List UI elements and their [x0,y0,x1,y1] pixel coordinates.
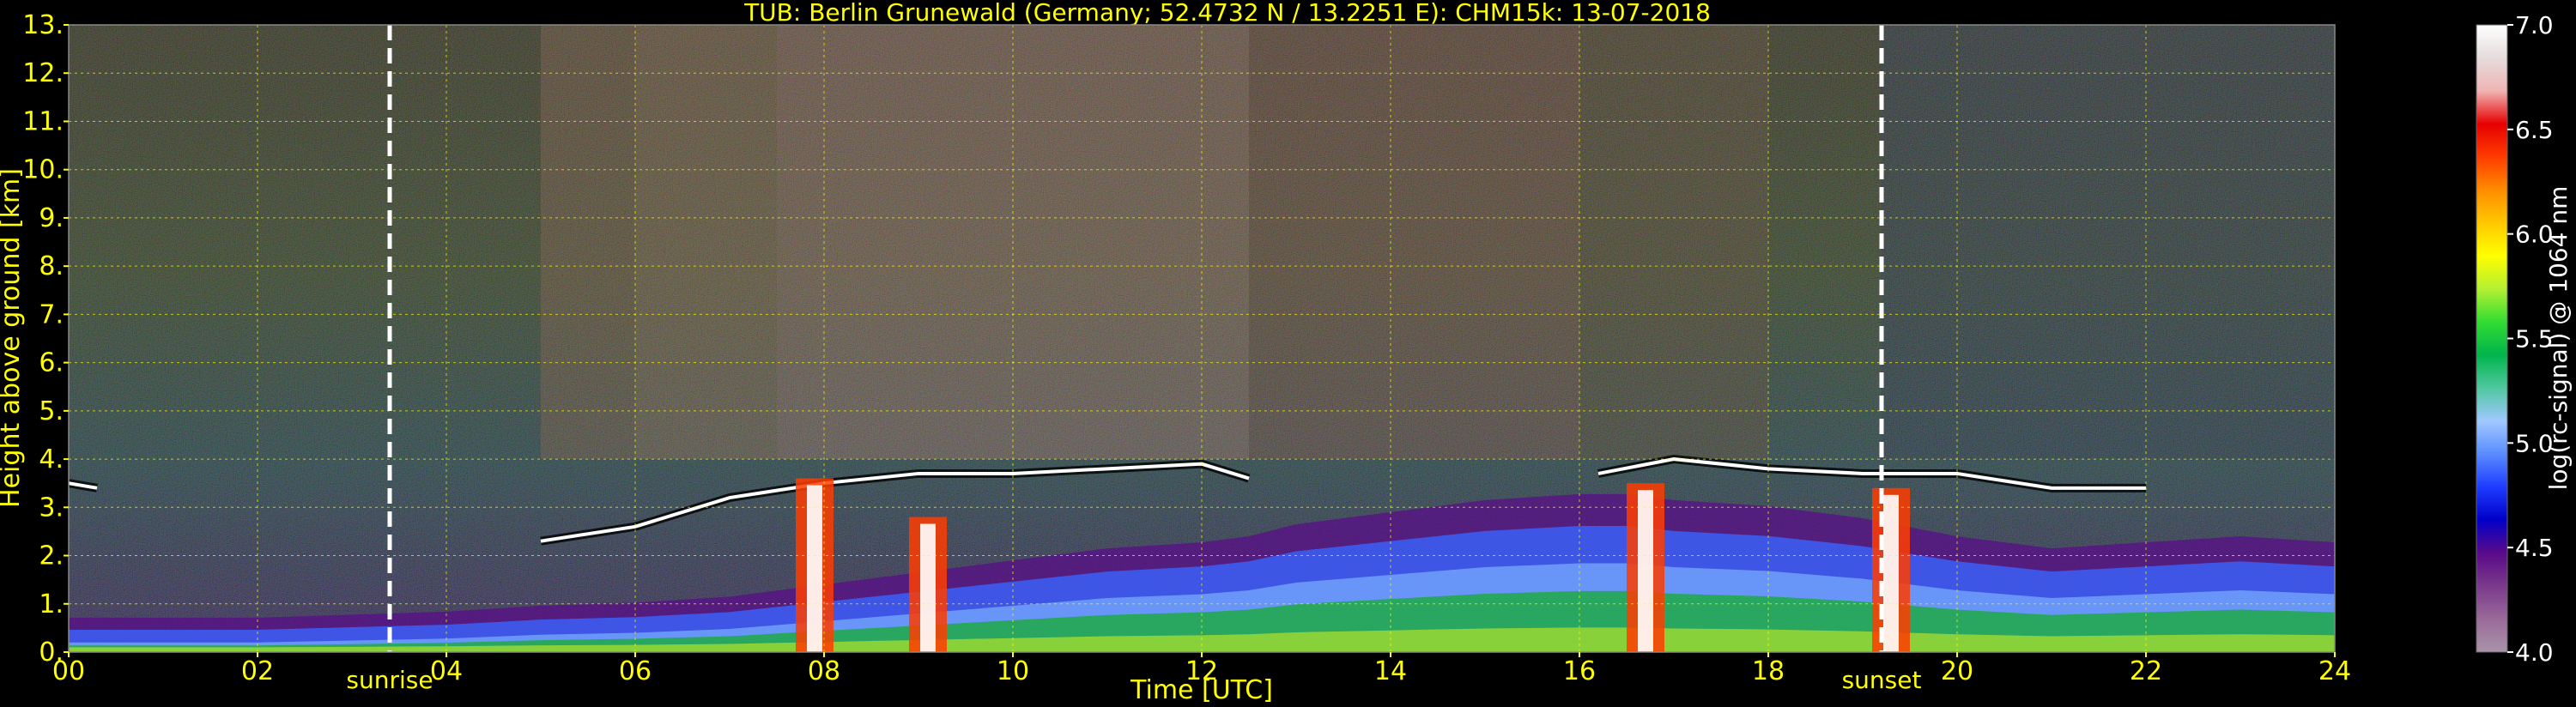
x-tick-label: 18 [1752,656,1785,686]
colorbar-gradient [2476,24,2508,653]
y-tick-label: 1. [39,589,64,619]
precipitation-shaft-core [1638,490,1653,652]
y-tick-label: 4. [39,444,64,474]
y-tick-label: 6. [39,348,64,378]
x-tick-label: 14 [1374,656,1407,686]
x-tick-label: 24 [2318,656,2351,686]
chart-title: TUB: Berlin Grunewald (Germany; 52.4732 … [743,0,1711,27]
y-tick-label: 12. [22,58,64,88]
precipitation-shaft-core [920,523,936,652]
colorbar-tick-label: 4.5 [2515,534,2554,562]
x-tick-label: 16 [1563,656,1596,686]
y-tick-label: 11. [22,106,64,136]
x-tick-label: 20 [1941,656,1973,686]
x-tick-label: 06 [619,656,652,686]
lidar-ceilometer-chart: TUB: Berlin Grunewald (Germany; 52.4732 … [0,0,2573,705]
x-tick-label: 22 [2130,656,2162,686]
y-tick-label: 5. [39,396,64,426]
y-axis-title: Height above ground [km] [0,168,26,508]
x-tick-label: 08 [808,656,840,686]
x-tick-label: 10 [997,656,1029,686]
x-tick-label: 02 [241,656,274,686]
y-tick-label: 10. [22,155,64,185]
x-tick-label: 00 [52,656,85,686]
y-tick-label: 7. [39,299,64,329]
y-axis: 0.1.2.3.4.5.6.7.8.9.10.11.12.13. [22,10,69,668]
colorbar-tick-label: 6.5 [2515,116,2554,144]
sunrise-label: sunrise [346,666,433,694]
colorbar-tick-label: 4.0 [2515,638,2554,667]
y-tick-label: 9. [39,203,64,233]
colorbar: 4.04.55.05.56.06.57.0 log(rc-signal) @ 1… [2476,11,2573,667]
y-tick-label: 13. [22,10,64,40]
colorbar-tick-label: 7.0 [2515,11,2554,39]
plot-area: sunrise sunset [68,24,2336,694]
precipitation-shaft-core [807,485,822,652]
sunset-label: sunset [1842,666,1922,694]
y-tick-label: 2. [39,541,64,571]
y-tick-label: 3. [39,492,64,523]
colorbar-title: log(rc-signal) @ 1064 nm [2544,186,2573,491]
precipitation-shaft-core [1883,494,1899,652]
y-tick-label: 8. [39,251,64,281]
x-tick-label: 04 [430,656,463,686]
x-axis-title: Time [UTC] [1130,675,1273,705]
